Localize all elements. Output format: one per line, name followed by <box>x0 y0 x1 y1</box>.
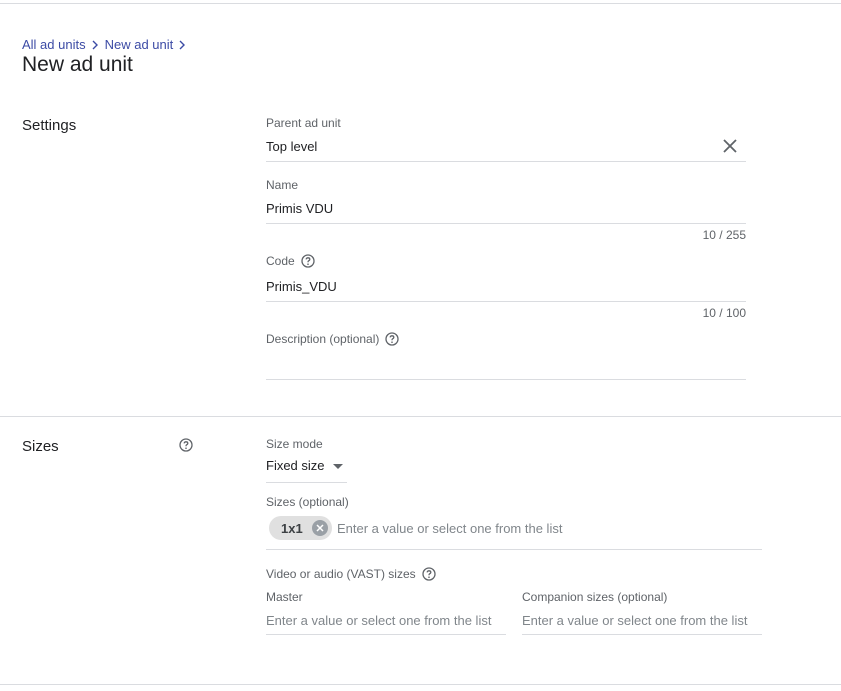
close-icon[interactable] <box>721 137 739 155</box>
size-mode-select[interactable]: Fixed size <box>266 458 343 473</box>
code-underline <box>266 301 746 302</box>
companion-sizes-label: Companion sizes (optional) <box>522 590 668 604</box>
description-label: Description (optional) <box>266 332 400 346</box>
code-field[interactable]: Primis_VDU <box>266 279 337 294</box>
sizes-section-label: Sizes <box>22 438 59 455</box>
companion-sizes-input[interactable]: Enter a value or select one from the lis… <box>522 613 747 628</box>
breadcrumb-all-ad-units[interactable]: All ad units <box>22 37 86 52</box>
parent-ad-unit-underline <box>266 161 746 162</box>
sizes-label: Sizes (optional) <box>266 495 349 509</box>
bottom-divider <box>0 684 841 685</box>
settings-section-label: Settings <box>22 117 77 134</box>
parent-ad-unit-value[interactable]: Top level <box>266 139 317 154</box>
help-icon[interactable] <box>385 332 400 346</box>
name-field[interactable]: Primis VDU <box>266 201 333 216</box>
size-chip-label: 1x1 <box>281 520 303 536</box>
parent-ad-unit-label: Parent ad unit <box>266 116 341 130</box>
breadcrumb-new-ad-unit[interactable]: New ad unit <box>105 37 174 52</box>
top-divider <box>0 3 841 4</box>
description-field[interactable] <box>266 357 746 375</box>
section-divider <box>0 416 841 417</box>
breadcrumb: All ad units New ad unit <box>22 37 192 52</box>
master-underline <box>266 634 506 635</box>
size-mode-value: Fixed size <box>266 458 325 473</box>
help-icon[interactable] <box>301 254 315 268</box>
size-mode-label: Size mode <box>266 437 323 451</box>
chip-remove-icon[interactable] <box>311 520 328 536</box>
description-underline <box>266 379 746 380</box>
vast-sizes-label: Video or audio (VAST) sizes <box>266 567 436 581</box>
sizes-input[interactable]: Enter a value or select one from the lis… <box>337 521 562 536</box>
master-label: Master <box>266 590 303 604</box>
size-chip: 1x1 <box>269 516 332 540</box>
name-label: Name <box>266 178 299 192</box>
help-icon[interactable] <box>421 567 436 581</box>
name-char-counter: 10 / 255 <box>702 228 746 242</box>
page-title: New ad unit <box>22 53 133 76</box>
companion-sizes-underline <box>522 634 762 635</box>
chevron-right-icon <box>88 38 102 52</box>
code-label: Code <box>266 254 315 268</box>
chevron-right-icon <box>175 38 189 52</box>
code-char-counter: 10 / 100 <box>702 306 746 320</box>
dropdown-caret-icon <box>332 463 343 469</box>
help-icon[interactable] <box>179 438 193 452</box>
name-underline <box>266 223 746 224</box>
master-input[interactable]: Enter a value or select one from the lis… <box>266 613 491 628</box>
size-mode-underline <box>266 482 347 483</box>
sizes-underline <box>266 549 762 550</box>
